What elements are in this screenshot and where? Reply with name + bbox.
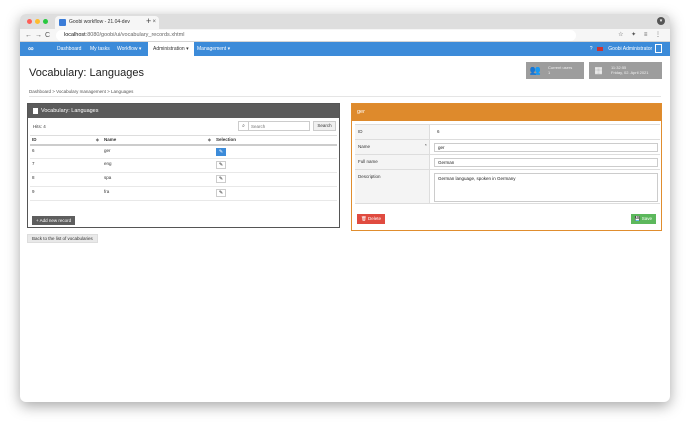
back-to-vocabularies-button[interactable]: Back to the list of vocabularies: [27, 234, 98, 243]
reload-icon[interactable]: C: [45, 30, 50, 41]
browser-window: Goobi workflow - 21.04-dev × + ▾ ← → C l…: [20, 14, 670, 402]
delete-button[interactable]: 🗑 Delete: [357, 214, 385, 224]
divider: [29, 96, 661, 97]
new-tab-button[interactable]: +: [146, 14, 151, 29]
tab-title: Goobi workflow - 21.04-dev: [69, 19, 130, 25]
add-record-button[interactable]: + Add new record: [32, 216, 76, 225]
field-row-fullname: Full name: [355, 154, 660, 169]
hits-count: Hits: 4: [33, 124, 46, 129]
nav-management[interactable]: Management ▾: [192, 42, 235, 56]
back-icon[interactable]: ←: [25, 30, 32, 41]
fullname-field[interactable]: [434, 158, 658, 167]
flag-icon[interactable]: [596, 46, 603, 51]
vocabulary-records-panel: Vocabulary: Languages Hits: 4 ⌕ Search I…: [27, 103, 340, 228]
table-row[interactable]: 6 ger ✎: [30, 144, 337, 159]
search-input[interactable]: [251, 122, 309, 130]
user-menu[interactable]: Goobi Administrator: [608, 46, 652, 52]
url-host: localhost: [64, 32, 86, 38]
users-icon: 👥: [529, 65, 542, 75]
col-selection: Selection: [214, 135, 337, 146]
nav-administration[interactable]: Administration ▾: [148, 42, 194, 56]
nav-dashboard[interactable]: Dashboard: [52, 42, 86, 56]
name-field[interactable]: [434, 143, 658, 152]
search-button[interactable]: Search: [313, 121, 336, 131]
field-row-description: Description German language, spoken in G…: [355, 169, 660, 204]
table-row[interactable]: 9 fra ✎: [30, 186, 337, 201]
close-window-dot[interactable]: [27, 19, 32, 24]
record-edit-panel: ger ID 6 Name * Full name Description Ge…: [351, 103, 662, 231]
save-icon: 💾: [634, 216, 641, 221]
browser-toolbar-icons[interactable]: ☆ ✦ ≡ ⋮: [618, 30, 664, 41]
url-field[interactable]: localhost:8080/goobi/ui/vocabulary_recor…: [56, 30, 576, 41]
sort-icon[interactable]: ◆: [96, 137, 99, 142]
table-row[interactable]: 8 spa ✎: [30, 172, 337, 187]
row-id: 6: [30, 144, 102, 159]
date-time-box: ▦ 11:32:55 Friday, 02. April 2021: [589, 62, 662, 79]
col-name[interactable]: Name ◆: [102, 135, 214, 146]
field-row-id: ID 6: [355, 124, 660, 139]
row-id: 7: [30, 158, 102, 173]
edit-pencil-icon[interactable]: ✎: [216, 189, 226, 197]
edit-pencil-icon[interactable]: ✎: [216, 161, 226, 169]
row-name: spa: [102, 172, 214, 187]
edit-pencil-icon[interactable]: ✎: [216, 175, 226, 183]
tab-close-icon[interactable]: ×: [152, 16, 156, 29]
calendar-icon: ▦: [594, 65, 603, 75]
current-date: Friday, 02. April 2021: [611, 70, 649, 75]
field-row-name: Name *: [355, 139, 660, 154]
search-icon: ⌕: [239, 122, 249, 130]
current-users-count: 1: [548, 70, 551, 75]
search-box: ⌕: [238, 121, 310, 131]
name-label: Name: [355, 140, 430, 154]
row-name: ger: [102, 144, 214, 159]
book-icon: [33, 107, 38, 114]
breadcrumb[interactable]: Dashboard > Vocabulary management > Lang…: [29, 89, 133, 94]
page-title: Vocabulary: Languages: [29, 67, 144, 79]
row-id: 9: [30, 186, 102, 201]
sort-icon[interactable]: ◆: [208, 137, 211, 142]
forward-icon[interactable]: →: [35, 30, 42, 41]
tab-strip: Goobi workflow - 21.04-dev × + ▾: [20, 14, 670, 29]
id-label: ID: [355, 125, 430, 139]
records-table: ID ◆ Name ◆ Selection 6 ger ✎ 7 eng ✎ 8 …: [30, 135, 337, 201]
window-menu-icon[interactable]: ▾: [657, 17, 665, 25]
help-icon[interactable]: ?: [590, 46, 593, 52]
maximize-window-dot[interactable]: [43, 19, 48, 24]
url-path: :8080/goobi/ui/vocabulary_records.xhtml: [85, 32, 185, 38]
current-users-box: 👥 Current users 1: [526, 62, 584, 79]
save-button[interactable]: 💾 Save: [630, 214, 656, 224]
table-row[interactable]: 7 eng ✎: [30, 158, 337, 173]
nav-right: ? Goobi Administrator: [590, 42, 662, 56]
fullname-label: Full name: [355, 155, 430, 169]
col-id[interactable]: ID ◆: [30, 135, 102, 146]
page-content: Vocabulary: Languages 👥 Current users 1 …: [20, 56, 670, 402]
required-marker: *: [425, 143, 427, 148]
records-panel-title: Vocabulary: Languages: [41, 108, 99, 114]
edit-pencil-icon[interactable]: ✎: [216, 147, 226, 156]
id-value: 6: [437, 129, 440, 134]
favicon-icon: [59, 19, 66, 26]
row-id: 8: [30, 172, 102, 187]
nav-my-tasks[interactable]: My tasks: [85, 42, 115, 56]
user-avatar-icon[interactable]: [655, 44, 662, 54]
description-label: Description: [355, 170, 430, 203]
address-bar-row: ← → C localhost:8080/goobi/ui/vocabulary…: [20, 29, 670, 42]
row-name: eng: [102, 158, 214, 173]
nav-workflow[interactable]: Workflow ▾: [112, 42, 146, 56]
goobi-logo-icon[interactable]: ∞: [28, 45, 34, 53]
row-name: fra: [102, 186, 214, 201]
minimize-window-dot[interactable]: [35, 19, 40, 24]
record-panel-title: ger: [352, 104, 661, 121]
browser-tab[interactable]: Goobi workflow - 21.04-dev ×: [55, 16, 159, 29]
app-navbar: ∞ Dashboard My tasks Workflow ▾ Administ…: [20, 42, 670, 56]
current-users-label: Current users: [548, 65, 573, 70]
records-panel-header: Vocabulary: Languages: [28, 104, 339, 118]
trash-icon: 🗑: [361, 216, 367, 221]
description-field[interactable]: German language, spoken in Germany: [434, 173, 658, 202]
